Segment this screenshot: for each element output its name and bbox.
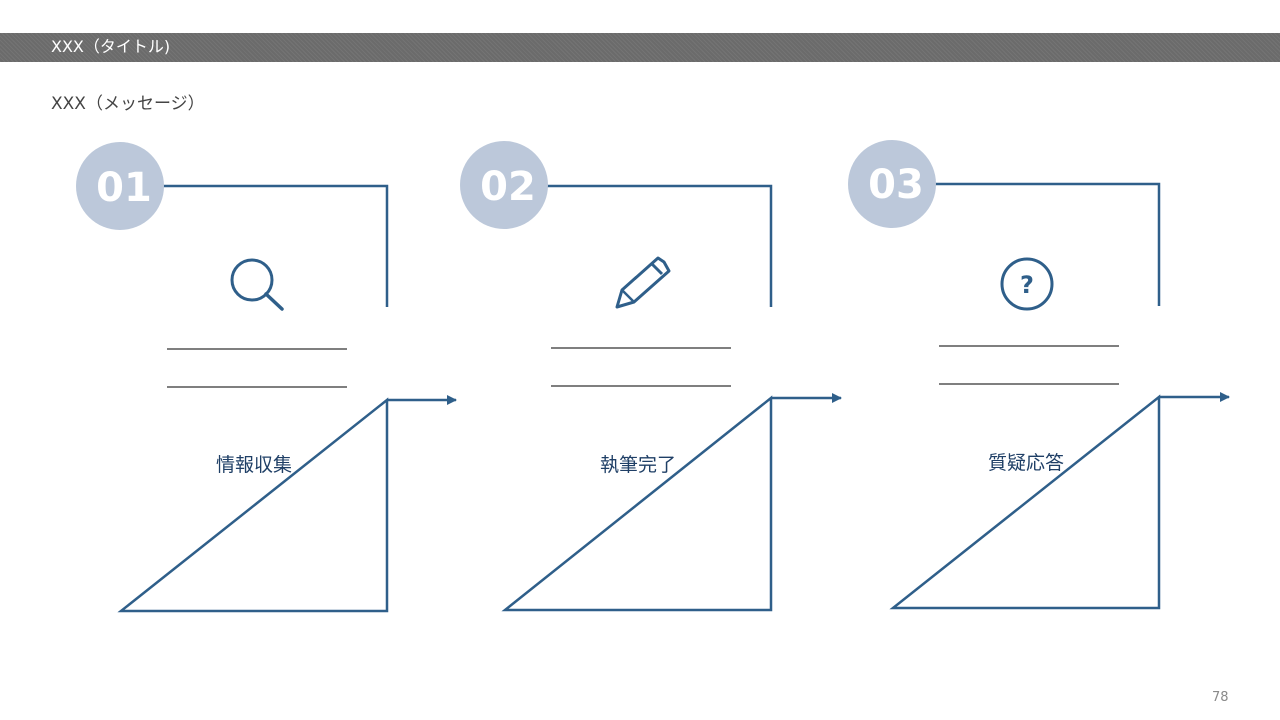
- step-number: 02: [480, 164, 536, 210]
- search-icon: [230, 258, 284, 311]
- card-frame: [501, 184, 773, 612]
- card-frame: [117, 184, 389, 613]
- step-label-1: 情報収集: [215, 454, 292, 476]
- card-frame: [889, 182, 1161, 610]
- step-label-2: 執筆完了: [599, 454, 676, 476]
- step-card-2: 02: [460, 141, 842, 612]
- process-diagram: 01 02 03 ?: [76, 140, 1230, 613]
- step-card-3: 03 ?: [848, 140, 1230, 610]
- pencil-icon: [615, 256, 671, 309]
- step-number: 01: [96, 165, 152, 211]
- question-icon: ?: [1000, 257, 1054, 311]
- svg-text:?: ?: [1020, 271, 1034, 299]
- step-card-1: 01: [76, 142, 457, 613]
- step-label-3: 質疑応答: [987, 452, 1064, 474]
- step-number: 03: [868, 162, 924, 208]
- page-number: 78: [1212, 690, 1229, 705]
